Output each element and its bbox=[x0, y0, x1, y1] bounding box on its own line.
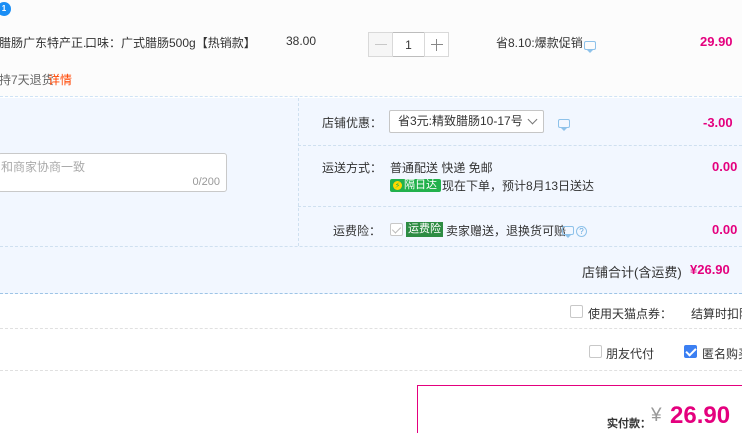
next-day-tag: ⚡ 隔日达 bbox=[390, 179, 441, 192]
friend-pay-label: 朋友代付 bbox=[606, 347, 655, 361]
quantity-stepper bbox=[368, 32, 449, 57]
insurance-label: 运费险： bbox=[333, 224, 382, 238]
anonymous-checkbox[interactable] bbox=[684, 345, 697, 358]
minus-icon bbox=[375, 44, 387, 45]
seller-memo-input[interactable] bbox=[0, 160, 219, 174]
chat-icon[interactable] bbox=[562, 226, 574, 238]
promo-text: 省8.10:爆款促销 bbox=[496, 36, 583, 50]
shop-coupon-value: 省3元:精致腊肠10-17号 bbox=[398, 114, 523, 128]
chat-icon[interactable] bbox=[558, 119, 570, 131]
item-subtotal: 29.90 bbox=[700, 34, 733, 49]
chat-icon[interactable] bbox=[584, 41, 596, 53]
decrease-quantity-button[interactable] bbox=[368, 32, 393, 57]
divider bbox=[298, 206, 742, 207]
insurance-checkbox bbox=[390, 223, 403, 236]
return-policy-details-link[interactable]: 详情 bbox=[48, 71, 72, 88]
shipping-fee: 0.00 bbox=[712, 159, 738, 174]
coupon-discount-amount: -3.00 bbox=[703, 115, 733, 130]
shop-total-label: 店铺合计(含运费) bbox=[582, 265, 682, 280]
increase-quantity-button[interactable] bbox=[424, 32, 449, 57]
friend-pay-checkbox[interactable] bbox=[589, 345, 602, 358]
return-policy: 持7天退货 bbox=[0, 73, 54, 87]
shipping-method: 普通配送 快递 免邮 bbox=[390, 161, 493, 175]
payment-amount: 26.90 bbox=[670, 402, 731, 429]
plus-icon bbox=[431, 44, 443, 45]
insurance-fee: 0.00 bbox=[712, 222, 738, 237]
shop-coupon-label: 店铺优惠： bbox=[322, 116, 383, 130]
currency-symbol: ¥ bbox=[651, 405, 662, 426]
insurance-description: 卖家赠送，退换货可赔 bbox=[446, 224, 567, 238]
product-title-link[interactable]: 腊肠广东特产正... bbox=[0, 34, 93, 51]
seller-memo-box: 0/200 bbox=[0, 153, 227, 192]
shop-total-value: ¥26.90 bbox=[690, 262, 730, 277]
insurance-tag: 运费险 bbox=[406, 222, 443, 237]
shipping-eta: 现在下单，预计8月13日送达 bbox=[442, 179, 595, 193]
chevron-down-icon bbox=[527, 114, 538, 125]
unit-price: 38.00 bbox=[286, 34, 317, 48]
lightning-icon: ⚡ bbox=[393, 181, 402, 190]
payment-label: 实付款： bbox=[607, 418, 651, 430]
product-spec: 口味：广式腊肠500g【热销款】 bbox=[85, 36, 256, 50]
shipping-label: 运送方式： bbox=[322, 161, 383, 175]
tmall-points-checkbox[interactable] bbox=[570, 305, 583, 318]
divider bbox=[0, 246, 742, 247]
settle-note: 结算时扣除 bbox=[691, 307, 742, 321]
shop-coupon-select[interactable]: 省3元:精致腊肠10-17号 bbox=[389, 110, 544, 133]
divider bbox=[0, 328, 742, 329]
tmall-points-label: 使用天猫点券： bbox=[588, 307, 673, 321]
divider bbox=[298, 145, 742, 146]
divider bbox=[0, 370, 742, 371]
memo-char-count: 0/200 bbox=[192, 176, 220, 188]
help-icon[interactable]: ? bbox=[576, 226, 587, 237]
quantity-input[interactable] bbox=[393, 32, 424, 57]
anonymous-label: 匿名购买 bbox=[702, 347, 742, 361]
divider bbox=[298, 98, 299, 246]
